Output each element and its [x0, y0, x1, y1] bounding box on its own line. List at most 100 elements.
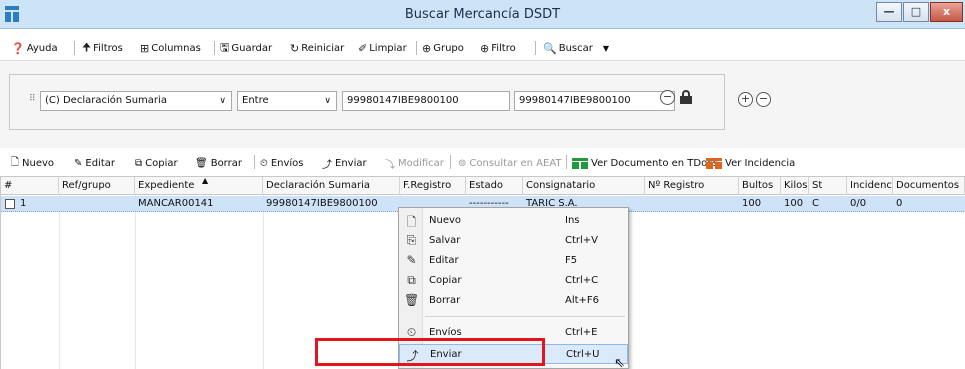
modify-button[interactable]: ⤵ Modificar — [385, 155, 444, 171]
modify-icon: ⤵ — [385, 159, 395, 171]
toolbar-separator — [566, 155, 567, 169]
window-title: Buscar Mercancía DSDT — [404, 7, 561, 22]
cell-st: C — [812, 198, 819, 209]
eraser-icon: ✐ — [358, 41, 368, 55]
chevron-down-icon: ∨ — [219, 96, 226, 106]
column-header[interactable]: Expediente — [135, 177, 263, 195]
copy-icon: ⧉ — [135, 157, 143, 169]
columns-button[interactable]: ⊞ Columnas — [140, 40, 201, 56]
column-header[interactable]: Bultos — [739, 177, 781, 195]
remove-condition-icon[interactable]: − — [660, 90, 675, 105]
send-icon: ⤴ — [322, 159, 332, 171]
cell-expediente: MANCAR00141 — [138, 198, 214, 209]
cell-incidencias: 0/0 — [850, 198, 867, 209]
toolbar-separator — [416, 41, 417, 55]
arrow-up-icon: 🠉 — [82, 40, 92, 54]
cell-bultos: 100 — [742, 198, 762, 209]
view-document-tdocs-button[interactable]: Ver Documento en TDocs — [572, 155, 718, 171]
lock-icon[interactable] — [680, 90, 692, 104]
cell-ref — [59, 196, 135, 212]
menu-separator — [425, 316, 625, 317]
filter-field-select[interactable]: (C) Declaración Sumaria ∨ — [40, 91, 232, 111]
plus-circle-icon: ⊕ — [422, 41, 432, 55]
consult-aeat-button[interactable]: ⊚ Consultar en AEAT — [458, 155, 562, 171]
cell-declaracion: 99980147IBE9800100 — [266, 198, 378, 209]
send-button[interactable]: ⤴ Enviar — [322, 155, 367, 171]
column-header[interactable]: Estado — [466, 177, 523, 195]
reset-button[interactable]: ↻ Reiniciar — [290, 40, 344, 56]
highlight-annotation — [315, 338, 545, 366]
filter-operator-select[interactable]: Entre ∨ — [237, 91, 337, 111]
cell-nregistro — [645, 196, 739, 212]
chevron-down-icon: ▼ — [602, 43, 610, 53]
filter-value-to-input[interactable]: 99980147IBE9800100 — [514, 91, 675, 111]
pencil-icon: ✎ — [406, 253, 417, 267]
chevron-down-icon: ∨ — [324, 96, 331, 106]
new-button[interactable]: 🗋 Nuevo — [11, 155, 54, 171]
globe-icon: ⊚ — [458, 157, 467, 169]
row-number: 1 — [20, 198, 27, 209]
toolbar-separator — [535, 41, 536, 55]
delete-button[interactable]: 🗑 Borrar — [195, 155, 242, 171]
add-filter-button[interactable]: ⊕ Filtro — [480, 40, 516, 56]
column-header[interactable]: Consignatario — [523, 177, 645, 195]
clear-button[interactable]: ✐ Limpiar — [358, 40, 407, 56]
title-bar: Buscar Mercancía DSDT — □ x — [0, 0, 965, 29]
view-incident-button[interactable]: Ver Incidencia — [706, 155, 795, 171]
add-condition-icon[interactable]: + — [738, 92, 753, 107]
copy-icon: ⧉ — [407, 273, 416, 287]
reset-icon: ↻ — [290, 41, 300, 55]
envios-button[interactable]: ⏲ Envíos — [260, 155, 304, 171]
toolbar-separator — [74, 41, 75, 55]
column-header[interactable]: F.Registro — [400, 177, 466, 195]
remove-group-icon[interactable]: − — [756, 92, 771, 107]
menu-item-editar[interactable]: ✎ Editar F5 — [399, 251, 628, 271]
help-button[interactable]: ❓ Ayuda — [11, 40, 58, 56]
columns-icon: ⊞ — [140, 41, 150, 55]
edit-button[interactable]: ✎ Editar — [74, 155, 115, 171]
sort-ascending-icon: ▲ — [202, 176, 209, 185]
close-button[interactable]: x — [930, 2, 963, 22]
grid-header: # Ref/grupo Expediente ▲ Declaración Sum… — [1, 176, 965, 195]
cell-documentos: 0 — [896, 198, 903, 209]
document-icon: 🗋 — [11, 156, 20, 168]
pencil-icon: ✎ — [74, 157, 83, 169]
history-icon: ⏲ — [260, 157, 268, 169]
column-header[interactable]: Nº Registro — [645, 177, 739, 195]
plus-circle-icon: ⊕ — [480, 41, 490, 55]
menu-item-copiar[interactable]: ⧉ Copiar Ctrl+C — [399, 271, 628, 291]
column-header[interactable]: Kilos — [781, 177, 809, 195]
menu-item-salvar[interactable]: ⎘ Salvar Ctrl+V — [399, 231, 628, 251]
row-checkbox[interactable] — [5, 199, 15, 209]
column-header[interactable]: Declaración Sumaria — [263, 177, 400, 195]
minimize-button[interactable]: — — [876, 2, 902, 22]
action-toolbar: 🗋 Nuevo ✎ Editar ⧉ Copiar 🗑 Borrar ⏲ Envíos ⤴… — [0, 153, 965, 173]
toolbar-separator — [254, 155, 255, 169]
column-header[interactable]: # — [1, 177, 59, 195]
incident-logo-icon — [706, 157, 722, 169]
save-icon: ⎘ — [406, 233, 417, 247]
column-header[interactable]: St — [809, 177, 847, 195]
help-icon: ❓ — [11, 41, 25, 55]
column-header[interactable]: Documentos — [893, 177, 965, 195]
menu-item-nuevo[interactable]: 🗋 Nuevo Ins — [399, 211, 628, 231]
tdocs-logo-icon — [572, 157, 588, 169]
copy-button[interactable]: ⧉ Copiar — [135, 155, 178, 171]
filter-value-from-input[interactable]: 99980147IBE9800100 — [342, 91, 510, 111]
save-icon: 🖫 — [220, 40, 230, 54]
toolbar-separator — [214, 41, 215, 55]
trash-icon: 🗑 — [195, 157, 208, 169]
column-header[interactable]: Ref/grupo — [59, 177, 135, 195]
drag-handle-icon[interactable]: ⠿ — [29, 94, 36, 104]
menu-item-borrar[interactable]: 🗑 Borrar Alt+F6 — [399, 291, 628, 311]
search-button[interactable]: 🔍 Buscar ▼ — [543, 40, 609, 56]
column-header[interactable]: Incidencias — [847, 177, 893, 195]
group-button[interactable]: ⊕ Grupo — [422, 40, 464, 56]
main-toolbar: ❓ Ayuda 🠉 Filtros ⊞ Columnas 🖫 Guardar ↻ Rein… — [0, 37, 965, 59]
save-button[interactable]: 🖫 Guardar — [220, 40, 272, 56]
mouse-pointer-icon: ⇖ — [614, 356, 625, 369]
maximize-button[interactable]: □ — [903, 2, 929, 22]
search-icon: 🔍 — [543, 41, 557, 55]
trash-icon: 🗑 — [404, 293, 420, 307]
filters-button[interactable]: 🠉 Filtros — [82, 40, 123, 56]
